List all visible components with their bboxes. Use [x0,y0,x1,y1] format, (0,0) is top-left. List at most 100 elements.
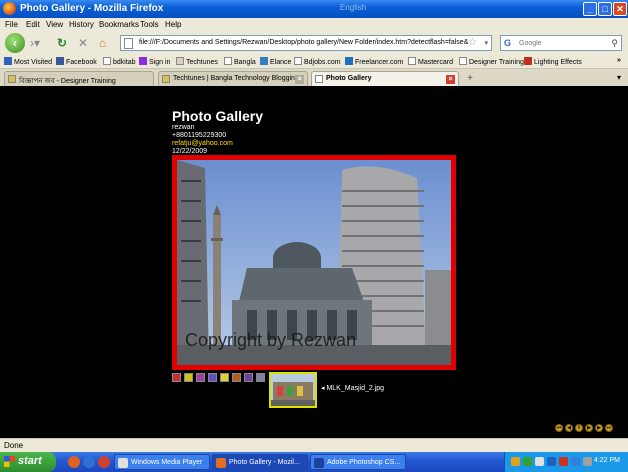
windows-logo-icon [4,456,15,467]
menu-bookmarks[interactable]: Bookmarks [99,20,139,29]
bookmark-designer-training[interactable]: Designer Training [459,57,524,66]
selected-thumbnail[interactable] [269,372,317,408]
forward-button[interactable]: ›▾ [30,36,40,50]
stop-icon[interactable]: ✕ [78,36,88,50]
menu-edit[interactable]: Edit [26,20,40,29]
address-bar[interactable]: file:///F:/Documents and Settings/Rezwan… [120,35,492,51]
maximize-button[interactable]: □ [598,2,612,16]
tray-icon[interactable] [511,457,520,466]
task-adobe-photoshop[interactable]: Adobe Photoshop CS... [310,454,406,470]
menu-view[interactable]: View [46,20,63,29]
lighting-effects-icon [524,57,532,65]
close-tab-icon[interactable]: × [446,75,455,84]
tab-photo-gallery[interactable]: Photo Gallery × [311,71,459,86]
search-box[interactable]: G ⚲ [500,35,622,51]
page-icon [459,57,467,65]
task-windows-media-player[interactable]: Windows Media Player [114,454,210,470]
thumbnail[interactable] [172,373,181,382]
bookmark-lighting-effects[interactable]: Lighting Effects [524,57,582,66]
author-phone: +8801195229300 [172,132,227,139]
pause-icon[interactable]: Ⅱ [575,424,583,432]
back-button[interactable]: ‹ [5,33,25,53]
tray-icon[interactable] [571,457,580,466]
close-window-button[interactable]: ✕ [613,2,627,16]
thumbnail[interactable] [256,373,265,382]
task-photo-gallery[interactable]: Photo Gallery - Mozil... [212,454,308,470]
chevron-down-icon[interactable]: ▾ [484,39,488,47]
bookmarks-overflow-button[interactable]: » [617,57,621,64]
close-tab-icon[interactable]: × [295,75,304,84]
page-icon [408,57,416,65]
start-button[interactable]: start [0,452,56,472]
last-icon[interactable]: ⏭ [605,424,613,432]
bookmark-bdkitab[interactable]: bdkitab [103,57,136,66]
bookmark-bangla[interactable]: Bangla [224,57,256,66]
thumbnail[interactable] [196,373,205,382]
tab-list-chevron-icon[interactable]: ▾ [617,73,621,82]
window-titlebar: Photo Gallery - Mozilla Firefox English … [0,0,628,18]
menu-bar: File Edit View History Bookmarks Tools H… [0,18,628,31]
tray-icon[interactable] [547,457,556,466]
taskbar: start Windows Media Player Photo Gallery… [0,452,628,472]
first-icon[interactable]: ⏮ [555,424,563,432]
tray-icon[interactable] [535,457,544,466]
reload-icon[interactable]: ↻ [57,36,67,50]
tab-designer-training[interactable]: বিজ্ঞাপন জব - Designer Training [4,71,154,86]
bookmark-mastercard[interactable]: Mastercard [408,57,453,66]
bookmark-facebook[interactable]: Facebook [56,57,97,66]
tab-label: Techtunes | Bangla Technology Bloggin... [173,75,301,82]
new-tab-button[interactable]: + [463,73,477,85]
menu-file[interactable]: File [5,20,18,29]
menu-history[interactable]: History [69,20,94,29]
page-icon [124,38,133,49]
thumbnail[interactable] [244,373,253,382]
tab-strip: বিজ্ঞাপন জব - Designer Training Techtune… [0,69,628,86]
page-icon [103,57,111,65]
minimize-button[interactable]: _ [583,2,597,16]
firefox-icon [216,458,226,468]
main-photo[interactable]: Copyright by Rezwan [172,155,456,370]
bookmark-icon [4,57,12,65]
next-icon[interactable]: ▶ [595,424,603,432]
page-title: Photo Gallery [172,108,264,124]
status-text: Done [4,441,24,450]
bookmark-sign-in[interactable]: Sign in [139,57,170,66]
bookmark-elance[interactable]: Elance [260,57,291,66]
navigation-toolbar: ‹ ›▾ ↻ ✕ ⌂ file:///F:/Documents and Sett… [0,31,628,55]
tab-label: Photo Gallery [326,75,372,82]
bookmark-most-visited[interactable]: Most Visited [4,57,52,66]
page-icon [224,57,232,65]
bookmarks-toolbar: Most Visited Facebook bdkitab Sign in Te… [0,55,628,69]
previous-icon[interactable]: ◀ [565,424,573,432]
bookmark-freelancer[interactable]: Freelancer.com [345,57,403,66]
author-email[interactable]: refatju@yahoo.com [172,140,233,148]
search-input[interactable] [519,37,607,49]
yahoo-icon [139,57,147,65]
thumbnail[interactable] [208,373,217,382]
clock: 4:22 PM [593,457,620,464]
search-icon[interactable]: ⚲ [611,38,618,49]
tab-techtunes[interactable]: Techtunes | Bangla Technology Bloggin...… [158,71,308,86]
bookmark-bdjobs[interactable]: Bdjobs.com [294,57,341,66]
volume-icon[interactable] [583,457,592,466]
photoshop-icon [314,458,324,468]
tray-icon[interactable] [523,457,532,466]
page-icon [294,57,302,65]
ie-quicklaunch-icon[interactable] [83,456,95,468]
tray-icon[interactable] [559,457,568,466]
thumbnail[interactable] [184,373,193,382]
thumbnail[interactable] [220,373,229,382]
bookmark-star-icon[interactable]: ☆ [468,37,477,48]
bookmark-techtunes[interactable]: Techtunes [176,57,218,66]
thumbnail[interactable] [232,373,241,382]
menu-help[interactable]: Help [165,20,181,29]
firefox-quicklaunch-icon[interactable] [68,456,80,468]
google-icon[interactable]: G [504,38,511,48]
home-icon[interactable]: ⌂ [99,36,106,50]
selected-thumbnail-image [271,374,315,406]
tab-label: বিজ্ঞাপন জব - Designer Training [19,78,116,85]
media-quicklaunch-icon[interactable] [98,456,110,468]
menu-tools[interactable]: Tools [140,20,159,29]
language-indicator[interactable]: English [340,3,366,12]
play-icon[interactable]: ▶ [585,424,593,432]
